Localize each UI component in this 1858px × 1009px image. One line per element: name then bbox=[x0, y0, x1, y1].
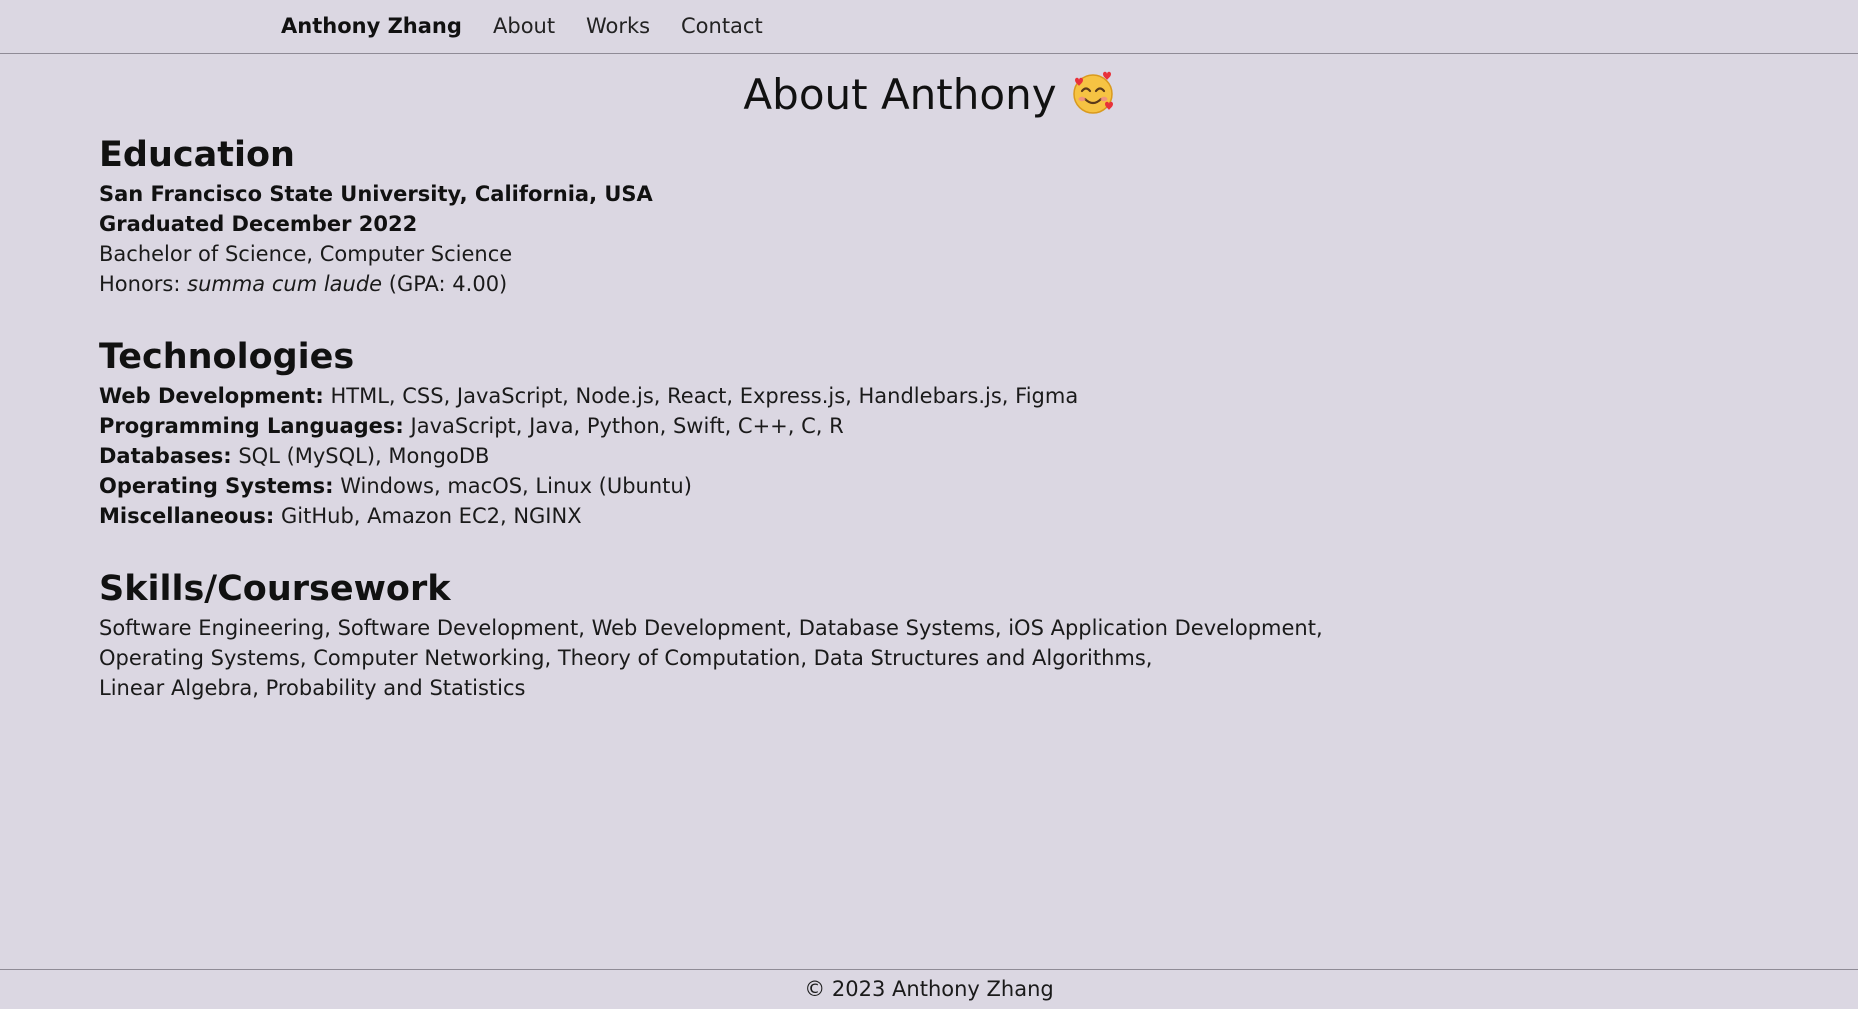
nav-link-works[interactable]: Works bbox=[586, 14, 650, 38]
skills-line: Linear Algebra, Probability and Statisti… bbox=[99, 676, 526, 700]
page-title: About Anthony bbox=[0, 70, 1858, 119]
tech-label: Operating Systems: bbox=[99, 474, 334, 498]
skills-heading: Skills/Coursework bbox=[99, 569, 451, 609]
tech-label: Miscellaneous: bbox=[99, 504, 275, 528]
tech-label: Databases: bbox=[99, 444, 232, 468]
technologies-section: Technologies Web Development: HTML, CSS,… bbox=[99, 337, 1499, 531]
top-navbar: Anthony Zhang About Works Contact bbox=[0, 0, 1858, 54]
honors-value: summa cum laude bbox=[187, 272, 383, 296]
education-graduated: Graduated December 2022 bbox=[99, 212, 418, 236]
tech-value: HTML, CSS, JavaScript, Node.js, React, E… bbox=[323, 384, 1079, 408]
tech-value: Windows, macOS, Linux (Ubuntu) bbox=[333, 474, 692, 498]
footer-copyright: © 2023 Anthony Zhang bbox=[804, 977, 1054, 1001]
skills-section: Skills/Coursework Software Engineering, … bbox=[99, 569, 1499, 703]
page-title-text: About Anthony bbox=[743, 70, 1057, 119]
nav-link-contact[interactable]: Contact bbox=[681, 14, 763, 38]
tech-value: SQL (MySQL), MongoDB bbox=[231, 444, 490, 468]
tech-label: Programming Languages: bbox=[99, 414, 404, 438]
footer: © 2023 Anthony Zhang bbox=[0, 969, 1858, 1009]
nav-link-about[interactable]: About bbox=[493, 14, 555, 38]
brand-link[interactable]: Anthony Zhang bbox=[281, 14, 462, 38]
honors-label: Honors: bbox=[99, 272, 188, 296]
honors-gpa: (GPA: 4.00) bbox=[382, 272, 508, 296]
education-degree: Bachelor of Science, Computer Science bbox=[99, 242, 513, 266]
main-content: Education San Francisco State University… bbox=[99, 135, 1499, 703]
education-heading: Education bbox=[99, 135, 295, 175]
tech-value: GitHub, Amazon EC2, NGINX bbox=[274, 504, 582, 528]
technologies-heading: Technologies bbox=[99, 337, 355, 377]
tech-row-web: Web Development: HTML, CSS, JavaScript, … bbox=[99, 381, 1499, 411]
education-school: San Francisco State University, Californ… bbox=[99, 182, 653, 206]
tech-row-databases: Databases: SQL (MySQL), MongoDB bbox=[99, 441, 1499, 471]
tech-row-languages: Programming Languages: JavaScript, Java,… bbox=[99, 411, 1499, 441]
tech-row-os: Operating Systems: Windows, macOS, Linux… bbox=[99, 471, 1499, 501]
education-section: Education San Francisco State University… bbox=[99, 135, 1499, 299]
smiling-face-with-hearts-icon bbox=[1071, 71, 1115, 115]
tech-row-misc: Miscellaneous: GitHub, Amazon EC2, NGINX bbox=[99, 501, 1499, 531]
education-honors: Honors: summa cum laude (GPA: 4.00) bbox=[99, 269, 1499, 299]
tech-label: Web Development: bbox=[99, 384, 324, 408]
tech-value: JavaScript, Java, Python, Swift, C++, C,… bbox=[403, 414, 844, 438]
skills-line: Operating Systems, Computer Networking, … bbox=[99, 646, 1153, 670]
skills-line: Software Engineering, Software Developme… bbox=[99, 616, 1323, 640]
